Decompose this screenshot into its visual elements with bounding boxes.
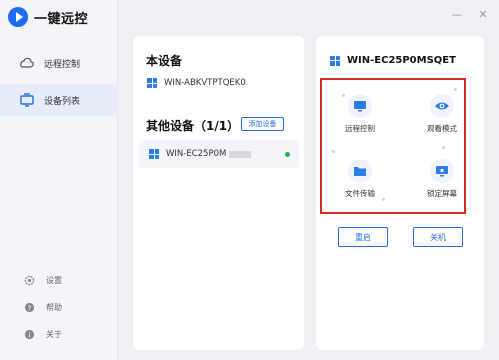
device-detail-header: WIN-EC25P0MSQET: [330, 55, 456, 66]
shutdown-button[interactable]: 关机: [413, 227, 463, 247]
app-title: 一键远控: [34, 11, 89, 27]
svg-text:?: ?: [27, 303, 31, 312]
action-label: 观看模式: [427, 124, 457, 133]
device-list-item[interactable]: WIN-EC25P0M: [139, 140, 299, 168]
sidebar: 一键远控 远程控制 设备列表 设置 ? 帮助 i 关于: [0, 0, 118, 360]
close-button[interactable]: ✕: [477, 9, 489, 21]
watch-mode-action[interactable]: 观看模式: [412, 94, 472, 134]
file-transfer-action[interactable]: 文件传输: [330, 159, 390, 199]
svg-text:i: i: [28, 330, 30, 339]
cloud-icon: [20, 56, 34, 70]
remote-control-action[interactable]: 远程控制: [330, 94, 390, 134]
minimize-button[interactable]: —: [451, 9, 463, 21]
this-device-title: 本设备: [146, 54, 183, 68]
sidebar-item-label: 设置: [46, 275, 62, 285]
monitor-icon: [348, 94, 372, 118]
windows-icon: [330, 55, 340, 66]
action-label: 锁定屏幕: [427, 189, 457, 198]
device-list-icon: [20, 93, 34, 107]
folder-icon: [348, 159, 372, 183]
device-name: WIN-EC25P0M: [166, 149, 227, 159]
lock-screen-icon: [430, 159, 454, 183]
sidebar-item-device-list[interactable]: 设备列表: [0, 84, 118, 116]
this-device-row: WIN-ABKVTPTQEK0: [147, 78, 246, 88]
other-devices-title: 其他设备（1/1）: [146, 119, 240, 133]
play-logo-icon: [8, 7, 28, 27]
decoration-dot: [454, 88, 457, 91]
this-device-name: WIN-ABKVTPTQEK0: [164, 78, 246, 88]
decoration-dot: [442, 146, 445, 149]
sidebar-item-label: 关于: [46, 329, 62, 339]
windows-icon: [147, 78, 157, 88]
windows-icon: [149, 149, 159, 159]
online-status-dot: [285, 152, 290, 157]
action-label: 远程控制: [345, 124, 375, 133]
eye-icon: [430, 94, 454, 118]
gear-icon: [22, 273, 36, 287]
sidebar-item-remote-control[interactable]: 远程控制: [0, 47, 118, 79]
redacted-text: [229, 150, 252, 158]
action-label: 文件传输: [345, 189, 375, 198]
info-icon: i: [22, 327, 36, 341]
window-controls: — ✕: [451, 9, 489, 21]
app-logo: 一键远控: [8, 6, 88, 28]
sidebar-item-label: 远程控制: [44, 59, 81, 70]
sidebar-item-help[interactable]: ? 帮助: [0, 298, 118, 316]
device-detail-name: WIN-EC25P0MSQET: [347, 55, 456, 66]
decoration-dot: [332, 150, 335, 153]
restart-button[interactable]: 重启: [338, 227, 388, 247]
sidebar-item-about[interactable]: i 关于: [0, 325, 118, 343]
add-device-button[interactable]: 添加设备: [241, 117, 284, 131]
lock-screen-action[interactable]: 锁定屏幕: [412, 159, 472, 199]
sidebar-item-settings[interactable]: 设置: [0, 271, 118, 289]
sidebar-item-label: 帮助: [46, 302, 62, 312]
help-icon: ?: [22, 300, 36, 314]
sidebar-item-label: 设备列表: [44, 96, 81, 107]
